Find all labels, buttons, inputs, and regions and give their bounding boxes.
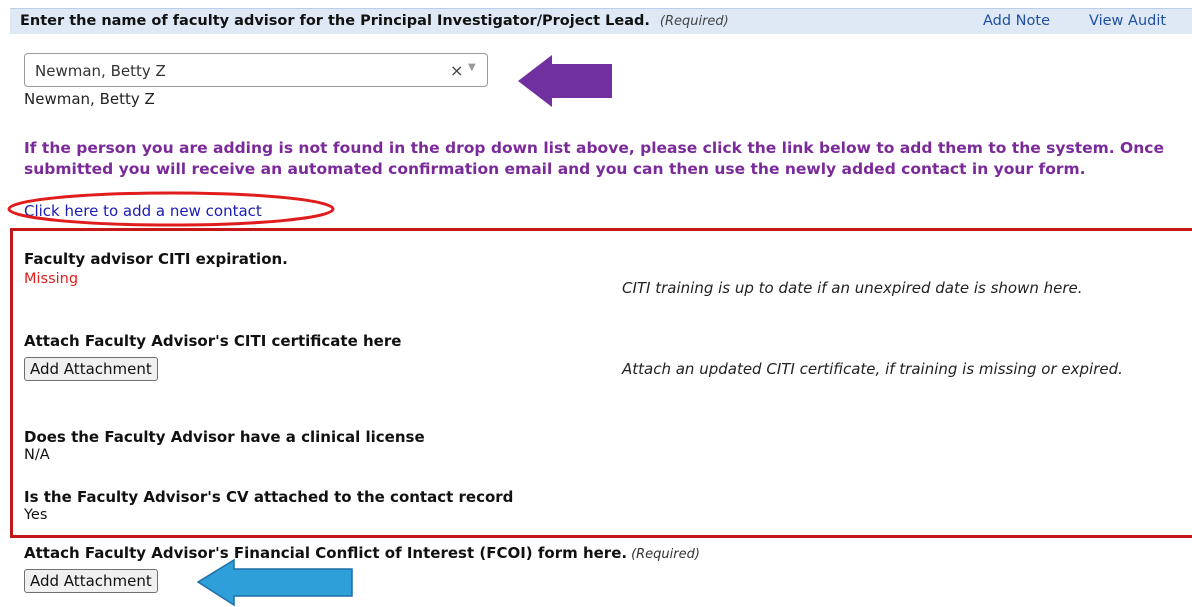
citi-expiration-value: Missing <box>24 271 79 287</box>
clear-icon[interactable]: × <box>450 61 463 80</box>
citi-certificate-help: Attach an updated CITI certificate, if t… <box>622 360 1123 378</box>
fcoi-add-attachment-button[interactable]: Add Attachment <box>24 569 158 593</box>
citi-expiration-label: Faculty advisor CITI expiration. <box>24 250 288 268</box>
clinical-license-value: N/A <box>24 447 50 463</box>
clinical-license-label: Does the Faculty Advisor have a clinical… <box>24 428 425 446</box>
cv-attached-value: Yes <box>24 507 48 523</box>
add-note-link[interactable]: Add Note <box>983 13 1050 29</box>
fcoi-required-indicator: (Required) <box>631 547 700 562</box>
purple-arrow-icon <box>518 55 612 107</box>
chevron-down-icon[interactable]: ▼ <box>468 62 476 73</box>
citi-certificate-label: Attach Faculty Advisor's CITI certificat… <box>24 332 402 350</box>
blue-arrow-icon <box>196 558 353 607</box>
selected-advisor-text: Newman, Betty Z <box>24 90 155 108</box>
cv-attached-label: Is the Faculty Advisor's CV attached to … <box>24 488 514 506</box>
view-audit-link[interactable]: View Audit <box>1089 13 1166 29</box>
question-header: Enter the name of faculty advisor for th… <box>10 8 1192 34</box>
question-title-text: Enter the name of faculty advisor for th… <box>20 13 650 29</box>
faculty-advisor-select-value: Newman, Betty Z <box>35 62 166 80</box>
fcoi-label: Attach Faculty Advisor's Financial Confl… <box>24 544 700 562</box>
required-indicator: (Required) <box>659 14 729 29</box>
question-title: Enter the name of faculty advisor for th… <box>20 13 729 29</box>
citi-expiration-help: CITI training is up to date if an unexpi… <box>622 279 1083 297</box>
faculty-advisor-select[interactable]: Newman, Betty Z × ▼ <box>24 53 488 87</box>
add-contact-instructions: If the person you are adding is not foun… <box>24 139 1164 178</box>
red-ellipse-annotation <box>7 191 335 227</box>
citi-add-attachment-button[interactable]: Add Attachment <box>24 357 158 381</box>
